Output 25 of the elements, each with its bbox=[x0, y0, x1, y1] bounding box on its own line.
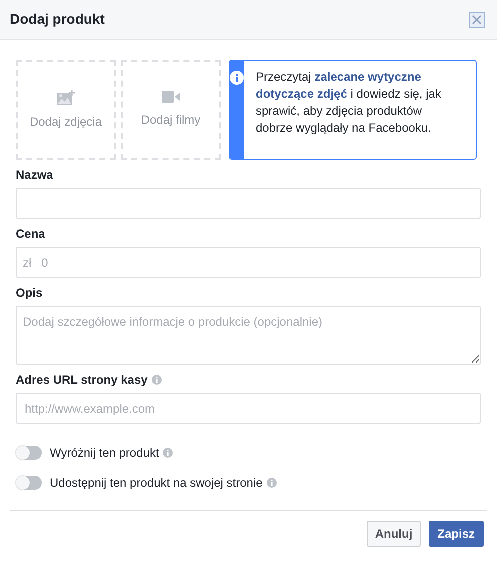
field-label: Cena bbox=[16, 227, 46, 241]
info-icon[interactable] bbox=[152, 375, 162, 385]
toggle-switch[interactable] bbox=[16, 446, 42, 460]
field-label: Nazwa bbox=[16, 168, 54, 182]
close-button[interactable] bbox=[469, 12, 485, 28]
save-button[interactable]: Zapisz bbox=[428, 521, 484, 547]
toggle-label: Udostępnij ten produkt na swojej stronie bbox=[50, 475, 263, 492]
toggle-switch[interactable] bbox=[16, 476, 42, 490]
input-field[interactable]: http://www.example.com bbox=[16, 393, 481, 424]
field-label: Opis bbox=[16, 286, 43, 300]
text-area[interactable]: Dodaj szczegółowe informacje o produkcie (opcjonalnie) bbox=[16, 306, 481, 365]
video-camera-icon bbox=[162, 91, 180, 103]
price-field[interactable]: zł 0 bbox=[16, 247, 481, 278]
close-icon bbox=[472, 14, 482, 24]
upload-tile[interactable]: Dodaj filmy bbox=[121, 60, 221, 160]
upload-tile[interactable]: Dodaj zdjęcia bbox=[16, 60, 116, 160]
info-icon[interactable] bbox=[266, 478, 277, 488]
image-add-icon bbox=[57, 90, 75, 104]
toggle-label: Wyróżnij ten produkt bbox=[50, 445, 160, 462]
cancel-button[interactable]: Anuluj bbox=[367, 521, 421, 547]
input-field[interactable] bbox=[16, 188, 481, 219]
field-label: Adres URL strony kasy bbox=[16, 373, 148, 387]
dialog-title: Dodaj produkt bbox=[10, 10, 105, 29]
notice-text: Przeczytaj zalecane wytyczne dotyczące zdjęć i dowiedz się, jak sprawić, aby zdjęcia produktów dobrze wyglądały na Facebooku. bbox=[255, 69, 442, 137]
info-icon[interactable] bbox=[163, 448, 174, 458]
